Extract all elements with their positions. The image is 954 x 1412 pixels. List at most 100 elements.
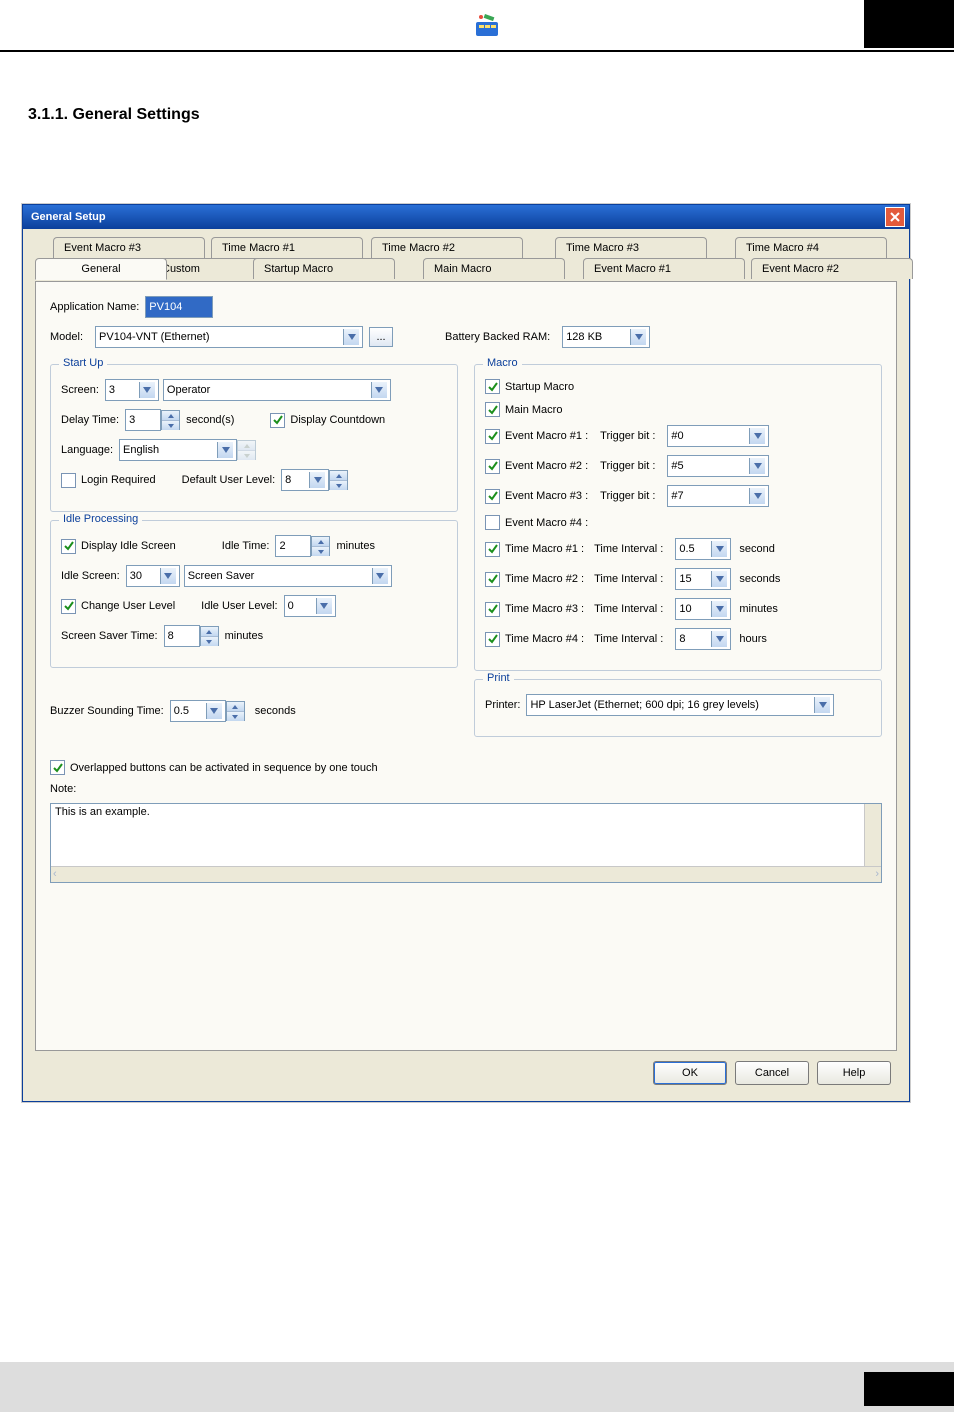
time-macro-1-checkbox[interactable]: Time Macro #1 : <box>485 542 584 557</box>
time-macro-3-select[interactable]: 10 <box>675 598 731 620</box>
ok-button[interactable]: OK <box>653 1061 727 1085</box>
default-user-value: 8 <box>285 474 291 486</box>
help-button[interactable]: Help <box>817 1061 891 1085</box>
delay-spinner[interactable] <box>161 410 180 430</box>
idle-user-select[interactable]: 0 <box>284 595 336 617</box>
event-macro-2-checkbox[interactable]: Event Macro #2 : <box>485 459 588 474</box>
idle-time-input[interactable] <box>275 535 311 557</box>
tab-time-macro-4[interactable]: Time Macro #4 <box>735 237 887 258</box>
note-label: Note: <box>50 783 76 795</box>
event-macro-3-checkbox[interactable]: Event Macro #3 : <box>485 489 588 504</box>
idle-screen-text-select[interactable]: Screen Saver <box>184 565 392 587</box>
time-macro-4-select[interactable]: 8 <box>675 628 731 650</box>
note-text: This is an example. <box>55 806 150 818</box>
main-macro-checkbox[interactable]: Main Macro <box>485 402 562 417</box>
time-macro-3-checkbox[interactable]: Time Macro #3 : <box>485 602 584 617</box>
tab-event-macro-3[interactable]: Event Macro #3 <box>53 237 205 258</box>
page-footer <box>0 1362 954 1412</box>
screen-label: Screen: <box>61 384 99 396</box>
buzzer-unit: seconds <box>255 705 296 717</box>
event-macro-4-checkbox[interactable]: Event Macro #4 : <box>485 515 588 530</box>
screen-text-value: Operator <box>167 384 210 396</box>
tab-time-macro-2[interactable]: Time Macro #2 <box>371 237 523 258</box>
overlap-label: Overlapped buttons can be activated in s… <box>70 762 378 774</box>
bbram-label: Battery Backed RAM: <box>445 331 550 343</box>
tab-event-macro-2[interactable]: Event Macro #2 <box>751 258 913 279</box>
model-value: PV104-VNT (Ethernet) <box>99 331 209 343</box>
idle-time-unit: minutes <box>336 540 375 552</box>
default-user-spinner[interactable] <box>329 470 348 490</box>
chevron-down-icon <box>160 568 176 584</box>
note-textarea[interactable]: This is an example. ‹ › <box>50 803 882 883</box>
startup-macro-checkbox[interactable]: Startup Macro <box>485 379 574 394</box>
chevron-down-icon <box>711 631 727 647</box>
chevron-down-icon <box>343 329 359 345</box>
print-legend: Print <box>483 672 514 684</box>
time-macro-2-checkbox[interactable]: Time Macro #2 : <box>485 572 584 587</box>
model-browse-button[interactable]: ... <box>369 327 393 347</box>
time-macro-3-value: 10 <box>679 603 691 615</box>
scrollbar-horizontal[interactable]: ‹ › <box>51 866 881 882</box>
tab-time-macro-1[interactable]: Time Macro #1 <box>211 237 363 258</box>
tab-time-macro-3[interactable]: Time Macro #3 <box>555 237 707 258</box>
bbram-select[interactable]: 128 KB <box>562 326 650 348</box>
event-macro-1-label: Event Macro #1 : <box>505 430 588 442</box>
buzzer-label: Buzzer Sounding Time: <box>50 705 164 717</box>
overlap-checkbox[interactable]: Overlapped buttons can be activated in s… <box>50 760 378 775</box>
idle-time-spinner[interactable] <box>311 536 330 556</box>
display-idle-checkbox[interactable]: Display Idle Screen <box>61 539 176 554</box>
tab-main-macro[interactable]: Main Macro <box>423 258 565 279</box>
app-header-icon <box>473 12 501 40</box>
event-macro-1-select[interactable]: #0 <box>667 425 769 447</box>
time-interval-label: Time Interval : <box>594 573 663 585</box>
time-interval-label: Time Interval : <box>594 633 663 645</box>
main-macro-label: Main Macro <box>505 404 562 416</box>
tab-event-macro-1[interactable]: Event Macro #1 <box>583 258 745 279</box>
change-user-label: Change User Level <box>81 600 175 612</box>
event-macro-4-label: Event Macro #4 : <box>505 517 588 529</box>
macro-legend: Macro <box>483 357 522 369</box>
screen-value: 3 <box>109 384 115 396</box>
saver-input[interactable] <box>164 625 200 647</box>
app-name-input[interactable] <box>145 296 213 318</box>
event-macro-1-checkbox[interactable]: Event Macro #1 : <box>485 429 588 444</box>
tab-general[interactable]: General <box>35 258 167 280</box>
time-macro-1-select[interactable]: 0.5 <box>675 538 731 560</box>
saver-spinner[interactable] <box>200 626 219 646</box>
chevron-down-icon <box>711 601 727 617</box>
screen-select[interactable]: 3 <box>105 379 159 401</box>
close-button[interactable] <box>885 207 905 227</box>
buzzer-spinner[interactable] <box>226 701 245 721</box>
event-macro-3-select[interactable]: #7 <box>667 485 769 507</box>
tab-startup-macro[interactable]: Startup Macro <box>253 258 395 279</box>
scrollbar-vertical[interactable] <box>864 804 881 866</box>
chevron-down-icon <box>371 382 387 398</box>
login-required-checkbox[interactable]: Login Required <box>61 473 156 488</box>
cancel-button[interactable]: Cancel <box>735 1061 809 1085</box>
time-macro-2-select[interactable]: 15 <box>675 568 731 590</box>
time-macro-1-unit: second <box>739 543 774 555</box>
delay-input[interactable] <box>125 409 161 431</box>
language-select[interactable]: English <box>119 439 237 461</box>
model-label: Model: <box>50 331 83 343</box>
screen-text-select[interactable]: Operator <box>163 379 391 401</box>
time-macro-4-checkbox[interactable]: Time Macro #4 : <box>485 632 584 647</box>
saver-unit: minutes <box>225 630 264 642</box>
trigger-bit-label: Trigger bit : <box>600 460 655 472</box>
event-macro-3-value: #7 <box>671 490 683 502</box>
chevron-down-icon <box>711 571 727 587</box>
printer-select[interactable]: HP LaserJet (Ethernet; 600 dpi; 16 grey … <box>526 694 834 716</box>
display-countdown-checkbox[interactable]: Display Countdown <box>270 413 385 428</box>
idle-screen-select[interactable]: 30 <box>126 565 180 587</box>
login-required-label: Login Required <box>81 474 156 486</box>
print-group: Print Printer: HP LaserJet (Ethernet; 60… <box>474 679 882 737</box>
change-user-checkbox[interactable]: Change User Level <box>61 599 175 614</box>
model-select[interactable]: PV104-VNT (Ethernet) <box>95 326 363 348</box>
buzzer-select[interactable]: 0.5 <box>170 700 226 722</box>
event-macro-2-select[interactable]: #5 <box>667 455 769 477</box>
language-value: English <box>123 444 159 456</box>
tab-custom[interactable]: Custom <box>151 258 263 279</box>
default-user-select[interactable]: 8 <box>281 469 329 491</box>
app-name-label: Application Name: <box>50 301 139 313</box>
chevron-down-icon <box>372 568 388 584</box>
